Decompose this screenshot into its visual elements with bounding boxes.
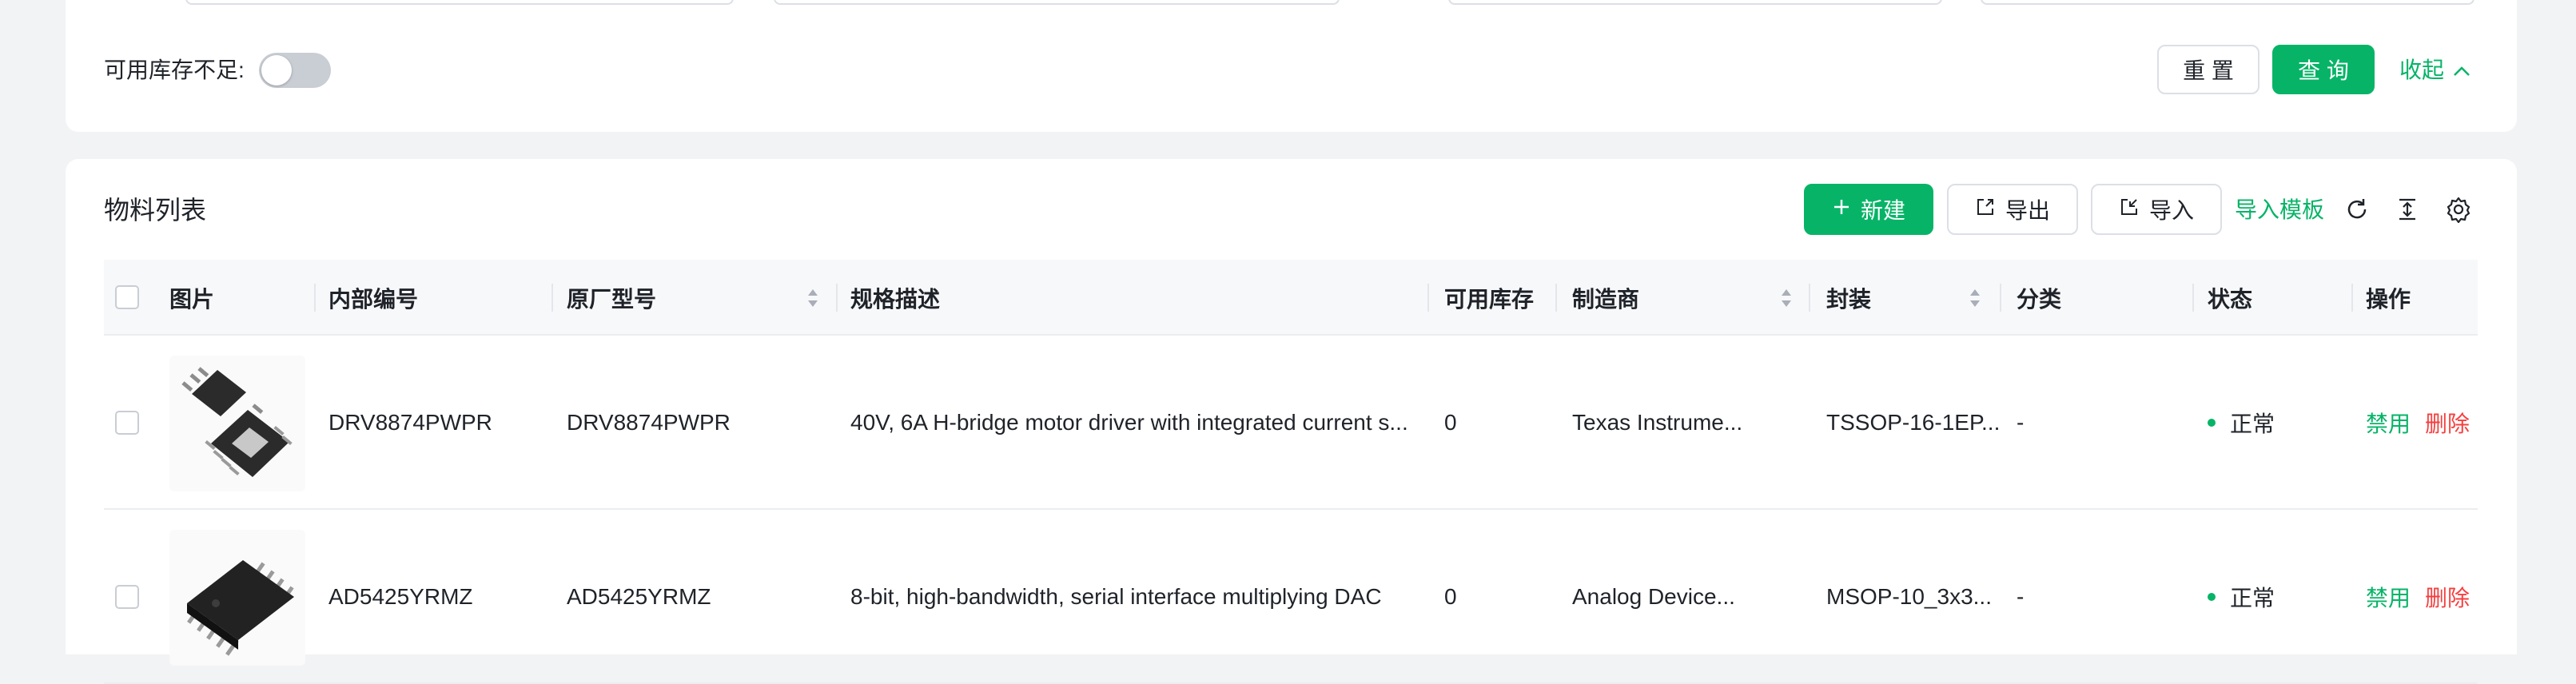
spec-cell: 8-bit, high-bandwidth, serial interface … bbox=[850, 584, 1382, 609]
internal-no-link[interactable]: DRV8874PWPR bbox=[328, 336, 492, 510]
column-divider bbox=[1427, 284, 1429, 312]
product-image[interactable] bbox=[169, 530, 305, 666]
filter-input-4[interactable] bbox=[1981, 0, 2474, 5]
collapse-label: 收起 bbox=[2399, 58, 2445, 82]
plus-icon bbox=[1832, 197, 1851, 222]
col-header-internal-no: 内部编号 bbox=[328, 286, 419, 312]
internal-no-link[interactable]: AD5425YRMZ bbox=[328, 510, 473, 684]
status-label: 正常 bbox=[2230, 586, 2275, 610]
table-header: 图片 内部编号 原厂型号 规格描述 可用库存 制造商 封装 分类 状态 操作 bbox=[104, 260, 2478, 336]
low-stock-label: 可用库存不足: bbox=[104, 58, 245, 82]
column-divider bbox=[2192, 284, 2194, 312]
filter-panel: 可用库存不足: 重 置 查 询 收起 bbox=[66, 0, 2517, 132]
material-list-card: 物料列表 新建 导出 导入 导入模板 图片 内部编号 原厂型号 规格描述 可用库… bbox=[66, 159, 2517, 684]
row-checkbox[interactable] bbox=[115, 585, 139, 609]
reset-button[interactable]: 重 置 bbox=[2157, 45, 2259, 94]
import-button[interactable]: 导入 bbox=[2091, 184, 2222, 235]
actions-cell: 禁用 删除 bbox=[2366, 510, 2470, 684]
status-cell: 正常 bbox=[2208, 510, 2275, 684]
sort-icon[interactable] bbox=[1780, 287, 1793, 309]
col-header-package: 封装 bbox=[1826, 286, 1872, 312]
mfr-part-cell: DRV8874PWPR bbox=[567, 410, 731, 435]
column-divider bbox=[836, 284, 838, 312]
sort-icon[interactable] bbox=[1969, 287, 1981, 309]
column-height-icon[interactable] bbox=[2391, 193, 2423, 225]
column-divider bbox=[1809, 284, 1810, 312]
mfr-part-cell: AD5425YRMZ bbox=[567, 584, 711, 609]
chip-msop-image bbox=[187, 560, 294, 656]
disable-button[interactable]: 禁用 bbox=[2366, 407, 2411, 439]
stock-cell: 0 bbox=[1444, 584, 1457, 609]
filter-input-3[interactable] bbox=[1448, 0, 1942, 5]
import-template-link[interactable]: 导入模板 bbox=[2235, 193, 2324, 228]
table-row: AD5425YRMZ AD5425YRMZ 8-bit, high-bandwi… bbox=[104, 510, 2478, 684]
category-cell: - bbox=[2017, 584, 2025, 609]
manufacturer-cell: Texas Instrume... bbox=[1572, 410, 1743, 435]
manufacturer-cell: Analog Device... bbox=[1572, 584, 1735, 609]
chevron-up-icon bbox=[2452, 54, 2471, 86]
status-dot-icon bbox=[2208, 593, 2216, 601]
toggle-knob bbox=[261, 55, 292, 86]
settings-gear-icon[interactable] bbox=[2443, 193, 2474, 225]
delete-button[interactable]: 删除 bbox=[2425, 581, 2470, 613]
col-header-category: 分类 bbox=[2017, 286, 2062, 312]
export-button-label: 导出 bbox=[2005, 198, 2050, 223]
import-icon bbox=[2119, 197, 2140, 223]
column-divider bbox=[1555, 284, 1557, 312]
col-header-actions: 操作 bbox=[2366, 286, 2411, 312]
package-link[interactable]: TSSOP-16-1EP... bbox=[1826, 336, 2000, 510]
filter-input-1[interactable] bbox=[185, 0, 734, 5]
select-all-checkbox[interactable] bbox=[115, 285, 139, 309]
new-button[interactable]: 新建 bbox=[1804, 184, 1933, 235]
column-divider bbox=[314, 284, 316, 312]
delete-button[interactable]: 删除 bbox=[2425, 407, 2470, 439]
collapse-link[interactable]: 收起 bbox=[2399, 54, 2471, 86]
page-title: 物料列表 bbox=[104, 196, 207, 225]
package-link[interactable]: MSOP-10_3x3... bbox=[1826, 510, 1992, 684]
col-header-image: 图片 bbox=[169, 286, 215, 312]
col-header-manufacturer: 制造商 bbox=[1572, 286, 1640, 312]
sort-icon[interactable] bbox=[806, 287, 819, 309]
low-stock-toggle[interactable] bbox=[259, 53, 331, 88]
col-header-mfr-part: 原厂型号 bbox=[567, 286, 657, 312]
category-cell: - bbox=[2017, 410, 2025, 435]
new-button-label: 新建 bbox=[1860, 198, 1905, 223]
chip-tssop-image bbox=[181, 367, 293, 477]
filter-input-2[interactable] bbox=[774, 0, 1340, 5]
column-divider bbox=[551, 284, 553, 312]
col-header-status: 状态 bbox=[2208, 286, 2253, 312]
product-image[interactable] bbox=[169, 356, 305, 491]
import-button-label: 导入 bbox=[2148, 198, 2194, 223]
row-checkbox[interactable] bbox=[115, 411, 139, 435]
actions-cell: 禁用 删除 bbox=[2366, 336, 2470, 510]
status-dot-icon bbox=[2208, 419, 2216, 427]
column-divider bbox=[2000, 284, 2001, 312]
stock-cell: 0 bbox=[1444, 410, 1457, 435]
status-label: 正常 bbox=[2230, 412, 2275, 436]
spec-cell: 40V, 6A H-bridge motor driver with integ… bbox=[850, 410, 1408, 435]
col-header-stock: 可用库存 bbox=[1444, 286, 1535, 312]
export-icon bbox=[1975, 197, 1996, 223]
table-row: DRV8874PWPR DRV8874PWPR 40V, 6A H-bridge… bbox=[104, 336, 2478, 510]
export-button[interactable]: 导出 bbox=[1947, 184, 2078, 235]
col-header-spec: 规格描述 bbox=[850, 286, 941, 312]
column-divider bbox=[2351, 284, 2353, 312]
disable-button[interactable]: 禁用 bbox=[2366, 581, 2411, 613]
status-cell: 正常 bbox=[2208, 336, 2275, 510]
search-button[interactable]: 查 询 bbox=[2272, 45, 2375, 94]
material-table: 图片 内部编号 原厂型号 规格描述 可用库存 制造商 封装 分类 状态 操作 D… bbox=[104, 260, 2478, 684]
refresh-icon[interactable] bbox=[2341, 193, 2373, 225]
